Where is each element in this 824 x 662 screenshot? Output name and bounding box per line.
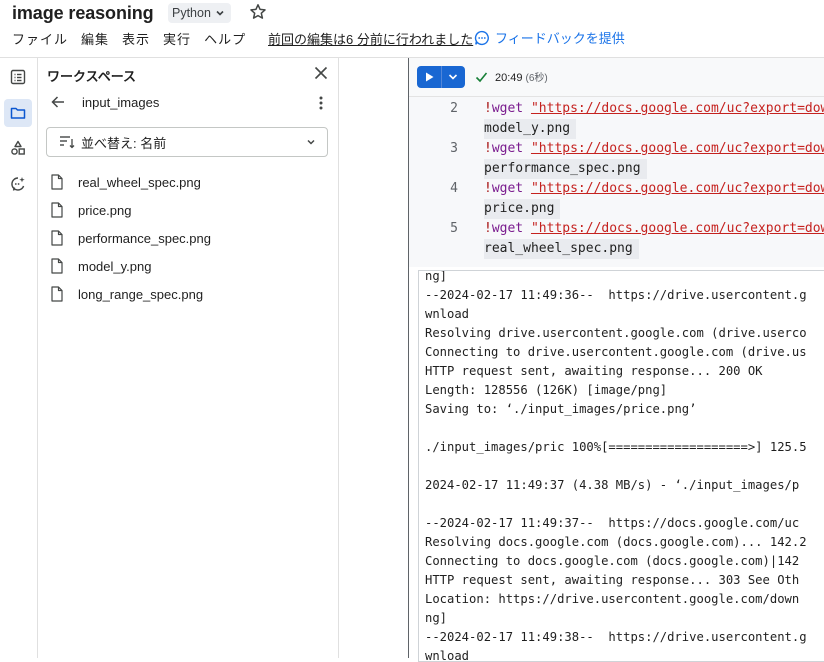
execution-time: 20:49 [495, 72, 523, 84]
left-rail [0, 58, 38, 658]
output-line: Resolving docs.google.com (docs.google.c… [425, 535, 807, 549]
run-cell-button[interactable] [417, 66, 465, 88]
notebook-title[interactable]: image reasoning [12, 3, 154, 24]
sort-label: 並べ替え: 名前 [81, 135, 167, 151]
last-edit-link[interactable]: 前回の編集は6 分前に行われました [268, 29, 473, 48]
output-line: Connecting to drive.usercontent.google.c… [425, 345, 807, 359]
back-arrow-icon[interactable] [50, 94, 66, 110]
notebook-margin [339, 58, 408, 658]
toc-icon[interactable] [4, 63, 32, 91]
menu-runtime[interactable]: 実行 [163, 29, 191, 48]
file-item[interactable]: real_wheel_spec.png [50, 172, 201, 192]
url-string: "https://docs.google.com/uc?export=dow [530, 221, 824, 236]
output-line: Location: https://drive.usercontent.goog… [425, 592, 800, 606]
file-panel: ワークスペース input_images 並べ替え: 名前 real_wheel… [38, 58, 339, 658]
url-string: "https://docs.google.com/uc?export=dow [530, 181, 824, 196]
output-line: wnload [425, 307, 470, 321]
feedback-link[interactable]: フィードバックを提供 [474, 28, 625, 47]
line-number: 3 [450, 141, 458, 156]
output-line: 2024-02-17 11:49:37 (4.38 MB/s) - ‘./inp… [425, 478, 800, 492]
output-line: ng] [425, 611, 448, 625]
cell-toolbar: 20:49 (6秒) [409, 58, 824, 97]
output-line: --2024-02-17 11:49:36-- https://drive.us… [425, 288, 807, 302]
folder-icon[interactable] [4, 99, 32, 127]
file-name: performance_spec.png [78, 230, 211, 246]
shell-command: wget [491, 141, 524, 156]
language-chip[interactable]: Python [168, 3, 231, 23]
sort-dropdown[interactable]: 並べ替え: 名前 [46, 127, 328, 157]
output-line: Saving to: ‘./input_images/price.png’ [425, 402, 697, 416]
shell-bang: ! [484, 141, 492, 156]
file-name: real_wheel_spec.png [78, 174, 201, 190]
url-string: "https://docs.google.com/uc?export=dow [530, 141, 824, 156]
shapes-icon[interactable] [4, 134, 32, 162]
language-label: Python [172, 6, 211, 20]
file-icon [50, 230, 64, 246]
output-line: --2024-02-17 11:49:37-- https://docs.goo… [425, 516, 800, 530]
file-item[interactable]: performance_spec.png [50, 228, 211, 248]
continuation-text: real_wheel_spec.png [484, 239, 639, 259]
chevron-down-icon [305, 136, 317, 151]
line-number: 2 [450, 101, 458, 116]
execution-duration: (6秒) [525, 73, 548, 84]
file-name: long_range_spec.png [78, 286, 204, 302]
code-editor[interactable]: 2 !wget "https://docs.google.com/uc?expo… [409, 97, 824, 267]
output-line: ./input_images/pric 100%[===============… [425, 440, 807, 454]
play-icon [424, 71, 435, 83]
cell-output[interactable]: ng] --2024-02-17 11:49:36-- https://driv… [418, 270, 824, 662]
chevron-down-icon [214, 7, 226, 19]
output-line: Connecting to docs.google.com (docs.goog… [425, 554, 800, 568]
file-item[interactable]: long_range_spec.png [50, 284, 203, 304]
output-line: Length: 128556 (126K) [image/png] [425, 383, 668, 397]
file-icon [50, 174, 64, 190]
output-line: --2024-02-17 11:49:38-- https://drive.us… [425, 630, 807, 644]
chevron-down-icon[interactable] [447, 71, 459, 83]
run-button-divider [441, 66, 442, 88]
file-name: price.png [78, 202, 132, 218]
continuation-text: model_y.png [484, 119, 577, 139]
url-string: "https://docs.google.com/uc?export=dow [530, 101, 824, 116]
ai-assist-icon[interactable] [4, 170, 32, 198]
file-icon [50, 258, 64, 274]
continuation-text: performance_spec.png [484, 159, 647, 179]
current-folder-name: input_images [82, 95, 160, 110]
panel-title: ワークスペース [47, 69, 137, 84]
menu-view[interactable]: 表示 [122, 29, 150, 48]
file-name: model_y.png [78, 258, 152, 274]
feedback-label: フィードバックを提供 [495, 31, 625, 46]
continuation-text: price.png [484, 199, 561, 219]
code-cell[interactable]: 20:49 (6秒) 2 !wget "https://docs.google.c… [408, 58, 824, 662]
shell-bang: ! [484, 101, 492, 116]
file-item[interactable]: model_y.png [50, 256, 151, 276]
star-icon[interactable] [249, 3, 267, 21]
sort-icon [59, 135, 75, 149]
line-number: 4 [450, 181, 458, 196]
shell-command: wget [491, 181, 524, 196]
menu-help[interactable]: ヘルプ [204, 29, 246, 48]
menu-edit[interactable]: 編集 [81, 29, 109, 48]
feedback-icon [474, 30, 490, 46]
execution-status: 20:49 (6秒) [475, 69, 548, 84]
output-line: wnload [425, 649, 470, 662]
shell-command: wget [491, 221, 524, 236]
output-line: HTTP request sent, awaiting response... … [425, 364, 763, 378]
file-icon [50, 286, 64, 302]
menu-bar: ファイル 編集 表示 実行 ヘルプ [12, 29, 259, 48]
menu-file[interactable]: ファイル [12, 29, 68, 48]
file-item[interactable]: price.png [50, 200, 131, 220]
shell-command: wget [491, 101, 524, 116]
output-line: ng] [425, 270, 448, 283]
line-number: 5 [450, 221, 458, 236]
shell-bang: ! [484, 221, 492, 236]
close-icon[interactable] [312, 64, 330, 82]
output-line: HTTP request sent, awaiting response... … [425, 573, 800, 587]
output-line: Resolving drive.usercontent.google.com (… [425, 326, 807, 340]
file-icon [50, 202, 64, 218]
shell-bang: ! [484, 181, 492, 196]
more-vert-icon[interactable] [312, 94, 330, 112]
check-icon [475, 71, 488, 83]
